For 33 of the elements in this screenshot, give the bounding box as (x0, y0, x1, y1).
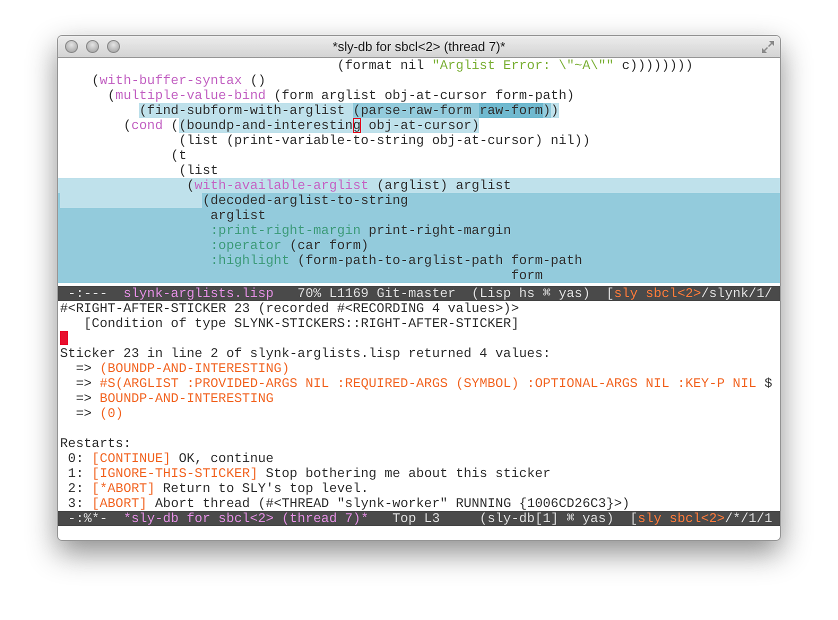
code-line: (find-subform-with-arglist (parse-raw-form raw-form)) (139, 103, 559, 118)
code-line: 1: [IGNORE-THIS-STICKER] Stop bothering me about this sticker (68, 466, 551, 481)
fullscreen-icon[interactable] (761, 40, 775, 54)
code-line: (list (178, 163, 218, 178)
code-line: form (511, 268, 543, 283)
code-line: Restarts: (60, 436, 132, 451)
cursor (60, 331, 68, 345)
code-line: 3: [ABORT] Abort thread (#<THREAD "slynk-worker" RUNNING {1006CD26C3}>) (68, 496, 630, 511)
code-line: #<RIGHT-AFTER-STICKER 23 (recorded #<RECORDING 4 values>)> (60, 301, 519, 316)
code-line: (multiple-value-bind (form arglist obj-at-cursor form-path) (107, 88, 574, 103)
code-line: (with-buffer-syntax () (92, 73, 266, 88)
code-line: => (BOUNDP-AND-INTERESTING) (76, 361, 290, 376)
code-line: => BOUNDP-AND-INTERESTING (76, 391, 274, 406)
close-button[interactable] (65, 40, 78, 53)
code-line: (decoded-arglist-to-string (202, 193, 408, 208)
code-line: arglist (210, 208, 266, 223)
code-line: [Condition of type SLYNK-STICKERS::RIGHT-AFTER-STICKER] (84, 316, 520, 331)
code-line: (list (print-variable-to-string obj-at-cursor) nil)) (178, 133, 590, 148)
code-line: :operator (car form) (210, 238, 369, 253)
code-line: :print-right-margin print-right-margin (210, 223, 512, 238)
code-line: => #S(ARGLIST :PROVIDED-ARGS NIL :REQUIRED-ARGS (SYMBOL) :OPTIONAL-ARGS NIL :KEY-P NIL $ (76, 376, 772, 391)
code-line: (t (170, 148, 187, 163)
code-line: 0: [CONTINUE] OK, continue (68, 451, 274, 466)
code-line: :highlight (form-path-to-arglist-path form-path (210, 253, 582, 268)
code-line: => (0) (76, 406, 124, 421)
zoom-button[interactable] (107, 40, 120, 53)
window-title: *sly-db for sbcl<2> (thread 7)* (332, 38, 506, 56)
code-line: (cond ((boundp-and-interesting obj-at-cursor) (123, 118, 480, 133)
code-line: 2: [*ABORT] Return to SLY's top level. (68, 481, 369, 496)
code-line: (format nil "Arglist Error: \"~A\"" c)))))))) (336, 58, 694, 73)
code-line: Sticker 23 in line 2 of slynk-arglists.lisp returned 4 values: (60, 346, 551, 361)
minimize-button[interactable] (86, 40, 99, 53)
code-line: (with-available-arglist (arglist) arglist (186, 178, 512, 193)
